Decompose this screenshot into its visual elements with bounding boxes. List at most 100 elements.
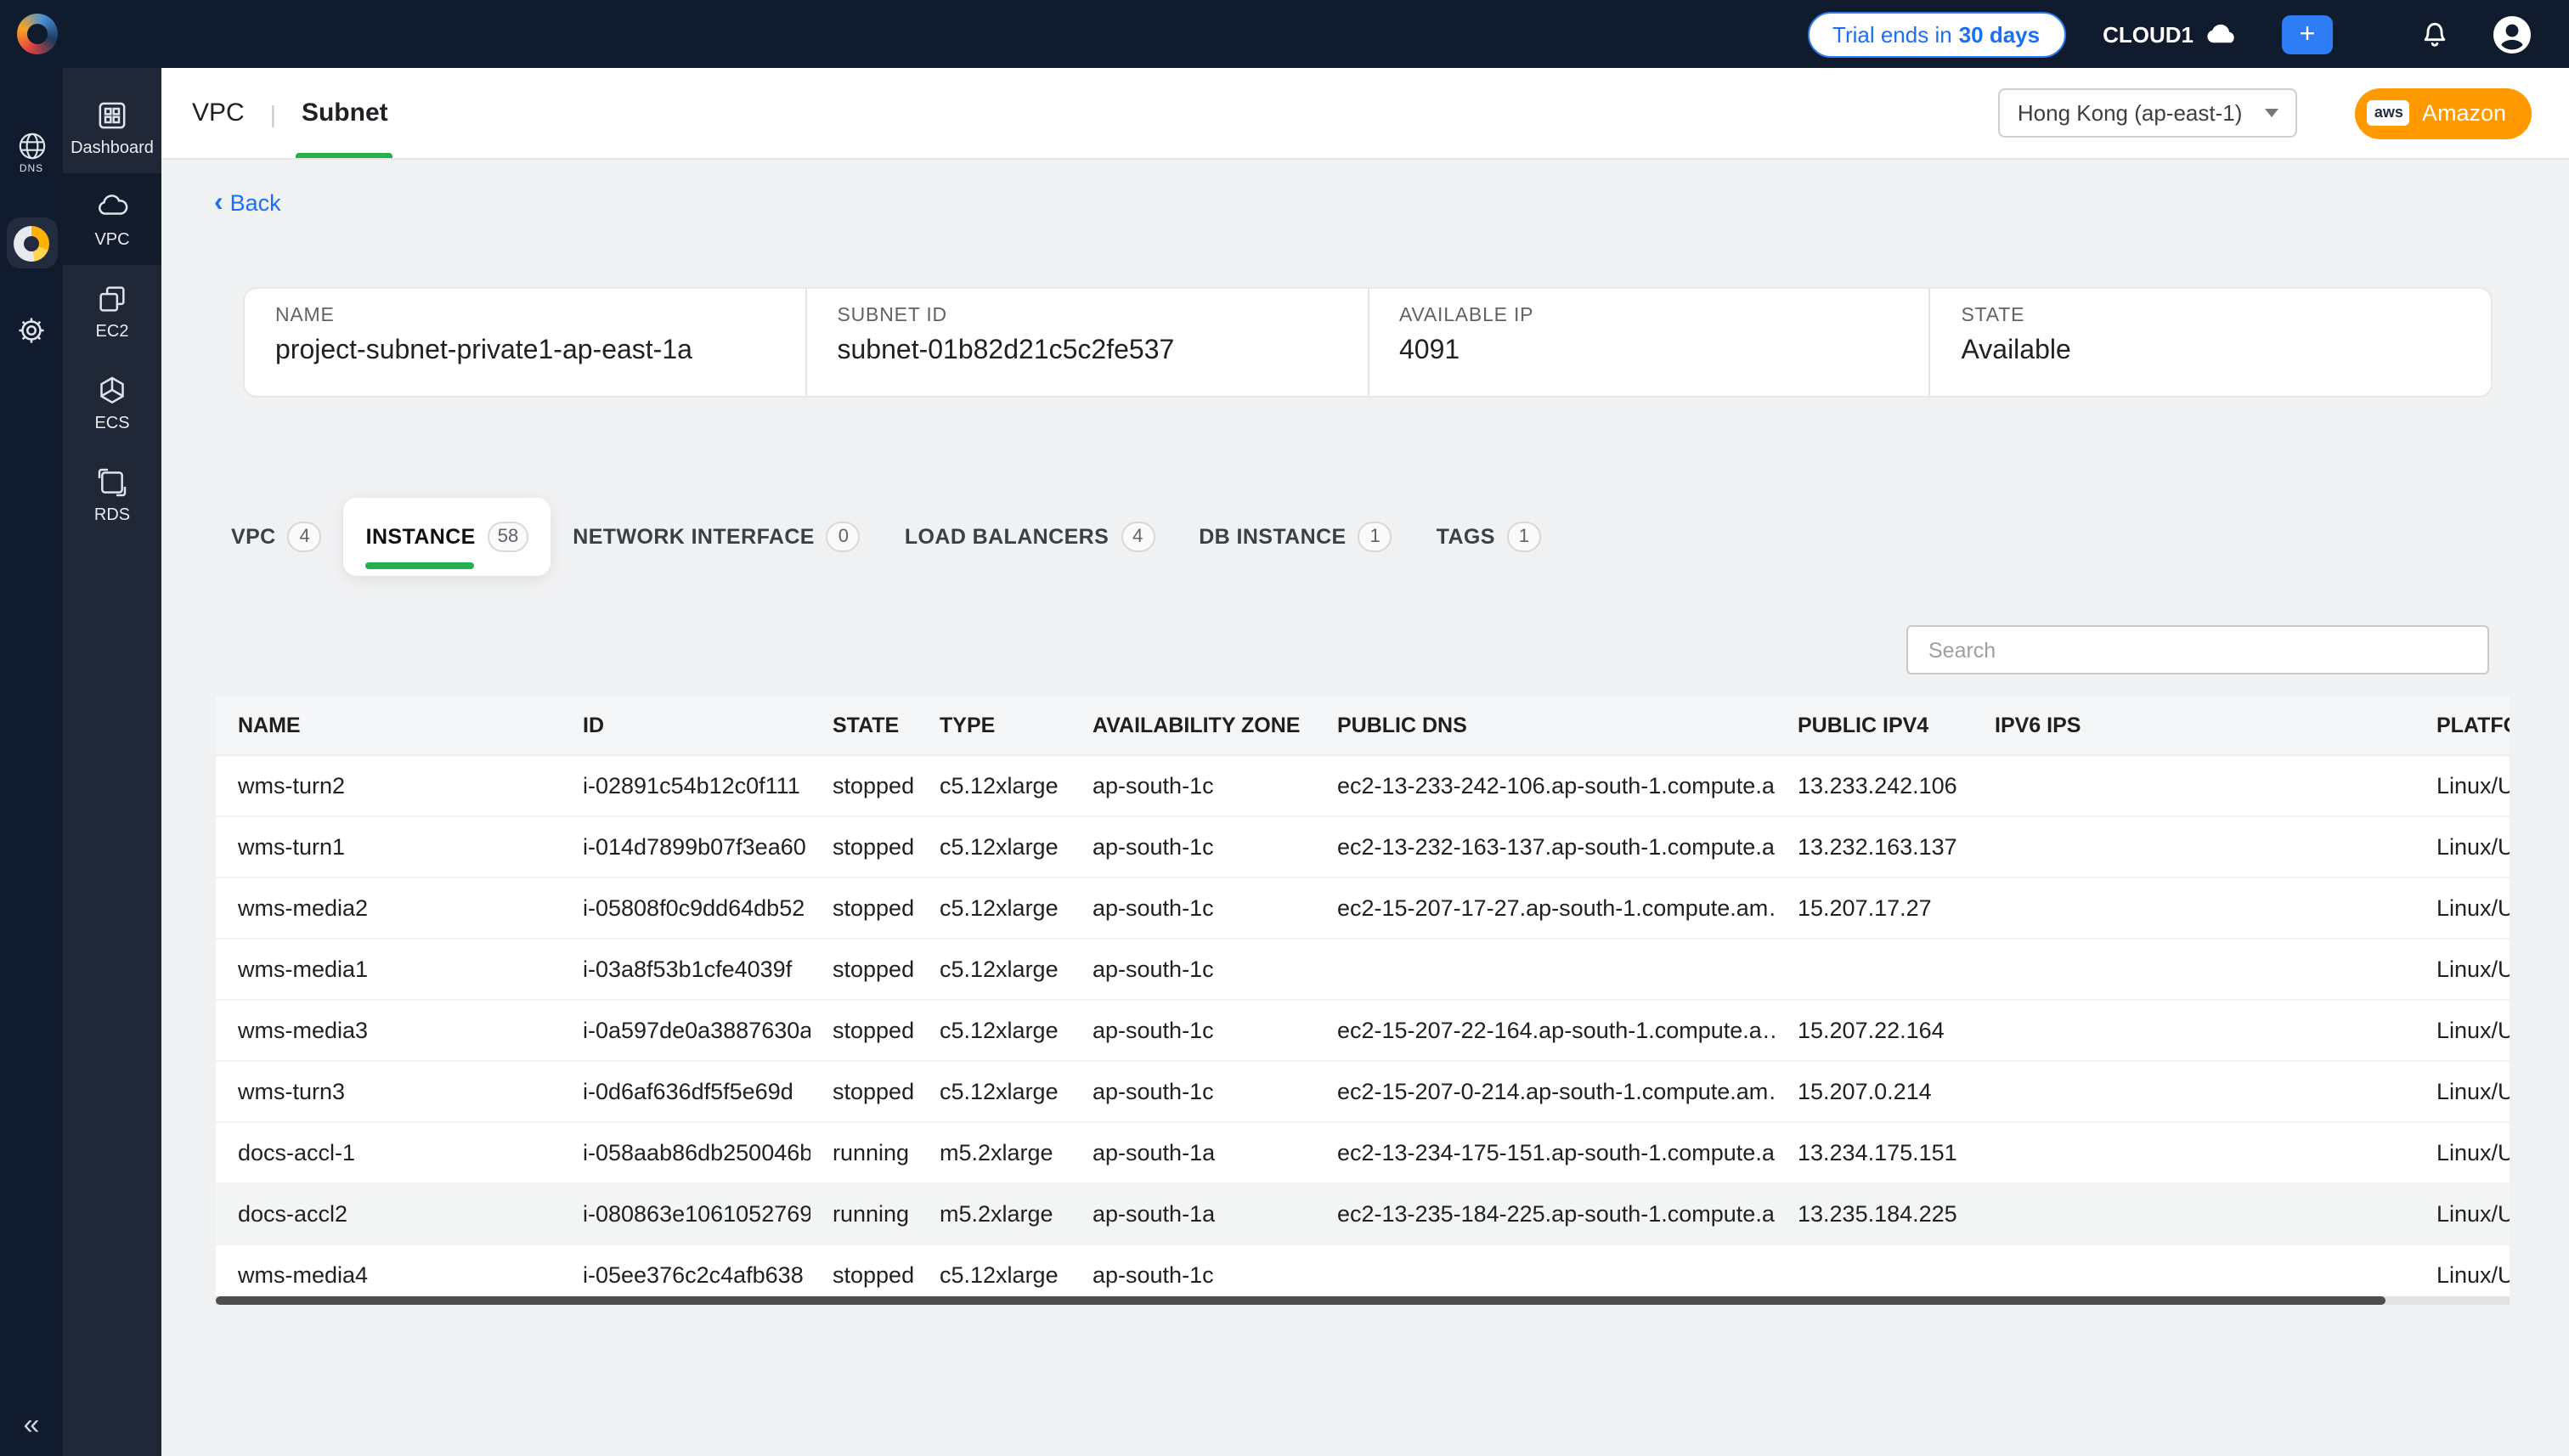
chevron-down-icon [2266,109,2279,117]
back-link[interactable]: ‹ Back [214,187,281,221]
collapse-sidebar-button[interactable]: « [0,1408,63,1442]
cell-public_dns: ec2-15-207-0-214.ap-south-1.compute.am… [1315,1060,1776,1121]
table-row[interactable]: wms-turn1i-014d7899b07f3ea60stoppedc5.12… [216,815,2510,877]
table-row[interactable]: wms-turn2i-02891c54b12c0f111stoppedc5.12… [216,754,2510,815]
cell-ipv6_ips [1973,1121,2414,1182]
table-row[interactable]: wms-media2i-05808f0c9dd64db52stoppedc5.1… [216,877,2510,938]
cell-public_ipv4: 13.234.175.151 [1776,1121,1973,1182]
settings-gear-icon[interactable] [0,314,63,347]
cell-availability_zone: ap-south-1c [1070,877,1315,938]
tab-network-interface[interactable]: NETWORK INTERFACE0 [550,498,883,576]
add-resource-button[interactable]: + [2282,14,2333,54]
tab-count-badge: 1 [1358,522,1392,552]
provider-amazon-button[interactable]: aws Amazon [2356,87,2532,138]
trial-text: Trial ends in [1832,21,1952,47]
sidebar-item-ecs[interactable]: ECS [63,357,161,449]
back-chevron-icon: ‹ [214,187,223,221]
sidebar-item-rds[interactable]: RDS [63,449,161,540]
region-selected-value: Hong Kong (ap-east-1) [2018,100,2243,126]
tab-db-instance[interactable]: DB INSTANCE 1 [1177,498,1414,576]
column-header[interactable]: PUBLIC DNS [1315,697,1776,754]
page-header: VPC|Subnet Hong Kong (ap-east-1) aws Ama… [161,68,2569,160]
column-header[interactable]: ID [561,697,810,754]
user-avatar[interactable] [2489,11,2535,57]
cell-ipv6_ips [1973,1182,2414,1244]
summary-value: subnet-01b82d21c5c2fe537 [838,336,1368,367]
instance-table: NAMEIDSTATETYPEAVAILABILITY ZONEPUBLIC D… [216,697,2510,1305]
cell-platform: Linux/U [2414,1060,2510,1121]
cell-availability_zone: ap-south-1c [1070,754,1315,815]
cell-ipv6_ips [1973,999,2414,1060]
cell-id: i-02891c54b12c0f111 [561,754,810,815]
sidebar-item-vpc[interactable]: VPC [63,173,161,265]
header-right: Hong Kong (ap-east-1) aws Amazon [1999,87,2532,138]
header-tab-subnet[interactable]: Subnet [302,68,388,158]
column-header[interactable]: IPV6 IPS [1973,697,2414,754]
trial-days: 30 days [1959,21,2040,47]
active-product-icon[interactable] [0,217,63,268]
tab-label: LOAD BALANCERS [905,525,1109,549]
cell-name: wms-turn1 [216,815,561,877]
column-header[interactable]: PLATFORM [2414,697,2510,754]
table-row[interactable]: docs-accl-1i-058aab86db250046brunningm5.… [216,1121,2510,1182]
dashboard-icon [95,98,129,132]
sidebar-item-label: EC2 [96,322,129,341]
table-row[interactable]: wms-media3i-0a597de0a3887630astoppedc5.1… [216,999,2510,1060]
table-row[interactable]: docs-accl2i-080863e1061052769runningm5.2… [216,1182,2510,1244]
sidebar-item-dashboard[interactable]: Dashboard [63,82,161,173]
cell-public_dns: ec2-15-207-17-27.ap-south-1.compute.am… [1315,877,1776,938]
search-input[interactable] [1906,625,2489,674]
nav-rail: DNS « [0,68,63,1456]
summary-label: STATE [1962,306,2492,326]
cell-public_ipv4: 13.233.242.106 [1776,754,1973,815]
sidebar-item-ec2[interactable]: EC2 [63,265,161,357]
tab-label: DB INSTANCE [1199,525,1346,549]
horizontal-scrollbar-track[interactable] [216,1296,2510,1305]
cell-type: c5.12xlarge [918,815,1070,877]
summary-field: SUBNET ID subnet-01b82d21c5c2fe537 [805,289,1368,396]
dns-service-icon[interactable]: DNS [0,129,63,175]
summary-label: SUBNET ID [838,306,1368,326]
region-select[interactable]: Hong Kong (ap-east-1) [1999,88,2298,138]
tab-tags[interactable]: TAGS1 [1414,498,1563,576]
column-header[interactable]: NAME [216,697,561,754]
cell-name: docs-accl-1 [216,1121,561,1182]
cell-platform: Linux/U [2414,815,2510,877]
cell-state: stopped [810,877,918,938]
header-tabs: VPC|Subnet [192,68,388,158]
table-row[interactable]: wms-media1i-03a8f53b1cfe4039fstoppedc5.1… [216,938,2510,999]
summary-value: project-subnet-private1-ap-east-1a [275,336,805,367]
instances-table: NAMEIDSTATETYPEAVAILABILITY ZONEPUBLIC D… [216,697,2510,1305]
notifications-bell-icon[interactable] [2418,17,2452,51]
topbar: Trial ends in 30 days CLOUD1 + [0,0,2569,68]
cell-state: stopped [810,999,918,1060]
column-header[interactable]: AVAILABILITY ZONE [1070,697,1315,754]
tab-label: NETWORK INTERFACE [573,525,815,549]
tab-instance[interactable]: INSTANCE58 [344,498,551,576]
column-header[interactable]: STATE [810,697,918,754]
column-header[interactable]: TYPE [918,697,1070,754]
cell-public_ipv4: 15.207.22.164 [1776,999,1973,1060]
cell-type: c5.12xlarge [918,754,1070,815]
horizontal-scrollbar-thumb[interactable] [216,1296,2386,1305]
tab-count-badge: 4 [288,522,322,552]
app-logo-icon[interactable] [17,14,58,54]
tab-load-balancers[interactable]: LOAD BALANCERS4 [883,498,1177,576]
header-tab-vpc[interactable]: VPC [192,68,245,158]
active-product-highlight [6,217,57,268]
column-header[interactable]: PUBLIC IPV4 [1776,697,1973,754]
cell-ipv6_ips [1973,754,2414,815]
tab-vpc[interactable]: VPC4 [209,498,344,576]
cell-name: wms-media2 [216,877,561,938]
cell-name: wms-turn3 [216,1060,561,1121]
cell-type: c5.12xlarge [918,999,1070,1060]
cell-ipv6_ips [1973,938,2414,999]
sidebar-item-label: VPC [94,230,129,249]
main-content: ‹ Back NAME project-subnet-private1-ap-ea… [161,160,2569,1456]
table-row[interactable]: wms-turn3i-0d6af636df5f5e69dstoppedc5.12… [216,1060,2510,1121]
trial-banner-button[interactable]: Trial ends in 30 days [1807,11,2065,57]
org-switcher[interactable]: CLOUD1 [2103,21,2238,47]
cell-state: stopped [810,815,918,877]
cell-type: c5.12xlarge [918,938,1070,999]
cell-state: stopped [810,754,918,815]
